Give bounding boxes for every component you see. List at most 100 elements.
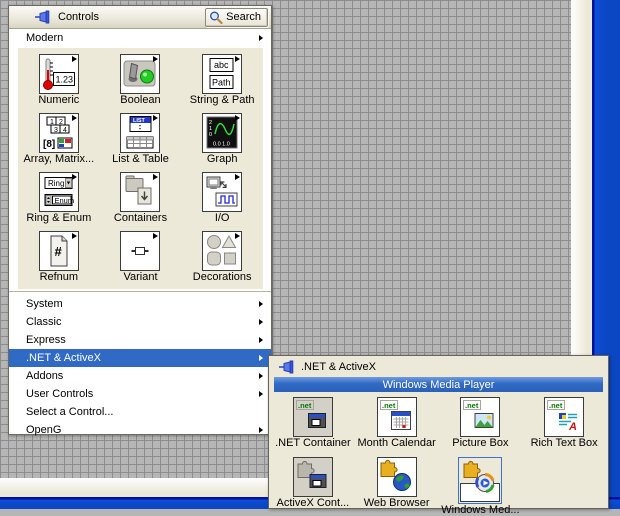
variant-icon <box>120 231 161 271</box>
svg-text:Enum: Enum <box>54 196 74 205</box>
svg-text:0.0 1.0: 0.0 1.0 <box>213 142 230 148</box>
menu-item-modern[interactable]: Modern <box>9 29 271 47</box>
menu-item-system[interactable]: System <box>9 295 271 313</box>
subpalette-corner-arrow-icon <box>153 174 159 180</box>
palette-item-variant[interactable]: Variant <box>100 227 182 286</box>
subpalette-corner-arrow-icon <box>71 233 77 239</box>
menu-item-openg[interactable]: OpenG <box>9 421 271 439</box>
svg-text:#: # <box>54 244 62 259</box>
menu-item-classic[interactable]: Classic <box>9 313 271 331</box>
menu-item-label: Classic <box>26 316 62 328</box>
net-container-icon: .net <box>292 397 333 437</box>
submenu-arrow-icon <box>259 427 263 433</box>
graph-icon: 2 1 0 0.0 1.0 <box>202 113 243 153</box>
decorations-icon <box>202 231 243 271</box>
palette-item-ring-enum[interactable]: Ring Enum Ring & Enum <box>18 168 100 227</box>
containers-icon <box>120 172 161 212</box>
palette-item-activex-container[interactable]: ActiveX Cont... <box>271 455 355 512</box>
palette-item-label: Picture Box <box>452 437 509 449</box>
svg-text:1.23: 1.23 <box>55 75 73 85</box>
palette-item-windows-media[interactable]: Windows Med... <box>439 455 523 516</box>
palette-item-boolean[interactable]: Boolean <box>100 50 182 109</box>
svg-text:A: A <box>568 421 577 433</box>
list-table-icon: LIST <box>120 113 161 153</box>
palette-item-label: String & Path <box>189 94 255 106</box>
rich-text-box-icon: .net A <box>544 397 585 437</box>
submenu-arrow-icon <box>259 337 263 343</box>
palette-item-label: Boolean <box>120 94 161 106</box>
menu-item-label: OpenG <box>26 424 62 436</box>
subpalette-title: .NET & ActiveX <box>301 360 376 373</box>
subpalette-corner-arrow-icon <box>235 56 241 62</box>
controls-palette-titlebar[interactable]: Controls Search <box>9 6 271 29</box>
net-activex-titlebar[interactable]: .NET & ActiveX <box>269 356 608 377</box>
palette-item-picture-box[interactable]: .net Picture Box <box>439 395 523 452</box>
menu-item-net-activex[interactable]: .NET & ActiveX <box>9 349 271 367</box>
menu-item-select-a-control[interactable]: Select a Control... <box>9 403 271 421</box>
month-calendar-icon: .net <box>376 397 417 437</box>
palette-item-list-table[interactable]: LIST List & Table <box>100 109 182 168</box>
subpalette-corner-arrow-icon <box>71 56 77 62</box>
palette-item-containers[interactable]: Containers <box>100 168 182 227</box>
svg-text:.net: .net <box>382 401 396 410</box>
menu-item-label: User Controls <box>26 388 94 400</box>
palette-item-label: Ring & Enum <box>26 212 92 224</box>
subpalette-corner-arrow-icon <box>235 233 241 239</box>
svg-text:0: 0 <box>209 132 212 138</box>
svg-text:2: 2 <box>59 119 63 126</box>
palette-item-string-path[interactable]: abc Path String & Path <box>181 50 263 109</box>
submenu-arrow-icon <box>259 373 263 379</box>
pushpin-icon[interactable] <box>278 360 295 374</box>
search-icon <box>210 11 223 24</box>
subpalette-corner-arrow-icon <box>235 174 241 180</box>
palette-item-decorations[interactable]: Decorations <box>181 227 263 286</box>
svg-text:[8]: [8] <box>43 139 55 150</box>
palette-item-label: Rich Text Box <box>530 437 598 449</box>
array-matrix-icon: 1 2 3 4 [8] <box>38 113 79 153</box>
palette-item-net-container[interactable]: .net .NET Container <box>271 395 355 452</box>
web-browser-icon <box>376 457 417 497</box>
palette-item-label: I/O <box>214 212 230 224</box>
palette-item-month-calendar[interactable]: .net Month Calendar <box>355 395 439 452</box>
subpalette-corner-arrow-icon <box>153 233 159 239</box>
palette-item-rich-text-box[interactable]: .net A Rich Text Box <box>522 395 606 452</box>
net-activex-row2: ActiveX Cont... Web Browser Windows Med.… <box>269 452 608 516</box>
palette-item-label: .NET Container <box>275 437 351 449</box>
menu-item-addons[interactable]: Addons <box>9 367 271 385</box>
submenu-arrow-icon <box>259 301 263 307</box>
subpalette-corner-arrow-icon <box>71 174 77 180</box>
palette-item-label: Numeric <box>38 94 80 106</box>
menu-item-label: Addons <box>26 370 64 382</box>
palette-item-graph[interactable]: 2 1 0 0.0 1.0 Graph <box>181 109 263 168</box>
subpalette-corner-arrow-icon <box>71 115 77 121</box>
palette-item-web-browser[interactable]: Web Browser <box>355 455 439 512</box>
palette-item-numeric[interactable]: 1.23 Numeric <box>18 50 100 109</box>
palette-item-io[interactable]: I/O <box>181 168 263 227</box>
palette-title: Controls <box>58 11 99 23</box>
numeric-icon: 1.23 <box>38 54 79 94</box>
palette-item-label: Web Browser <box>363 497 430 509</box>
io-icon <box>202 172 243 212</box>
search-button[interactable]: Search <box>205 7 268 27</box>
palette-item-array-matrix[interactable]: 1 2 3 4 [8] Array, Matrix... <box>18 109 100 168</box>
palette-item-label: Variant <box>123 271 158 283</box>
palette-item-label: Containers <box>113 212 168 224</box>
section-header-label: Windows Media Player <box>382 378 495 391</box>
modern-subpalette: 1.23 Numeric Boolean abc Path String & P… <box>18 48 263 289</box>
palette-item-label: Refnum <box>39 271 79 283</box>
menu-item-express[interactable]: Express <box>9 331 271 349</box>
submenu-arrow-icon <box>259 35 263 41</box>
menu-item-label: Modern <box>26 32 64 44</box>
ring-enum-icon: Ring Enum <box>38 172 79 212</box>
submenu-arrow-icon <box>259 355 263 361</box>
pushpin-icon[interactable] <box>34 10 51 24</box>
search-button-label: Search <box>226 11 261 23</box>
subpalette-corner-arrow-icon <box>153 56 159 62</box>
svg-text:Ring: Ring <box>48 179 64 188</box>
palette-item-label: Array, Matrix... <box>23 153 95 165</box>
boolean-icon <box>120 54 161 94</box>
menu-item-user-controls[interactable]: User Controls <box>9 385 271 403</box>
activex-container-icon <box>292 457 333 497</box>
palette-item-refnum[interactable]: # Refnum <box>18 227 100 286</box>
palette-item-label: List & Table <box>112 153 169 165</box>
